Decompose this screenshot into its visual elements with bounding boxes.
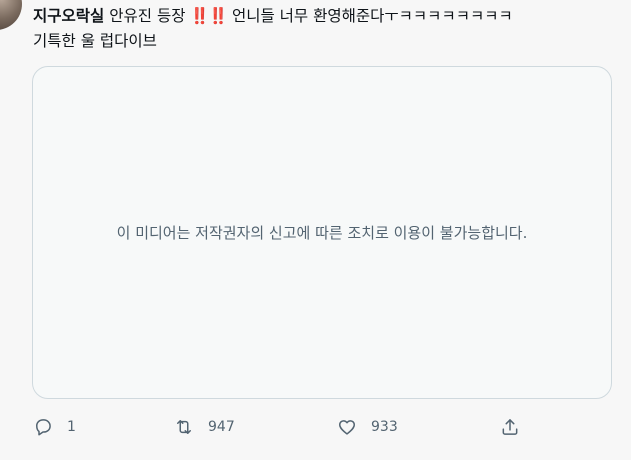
reply-count: 1 bbox=[67, 419, 76, 435]
tweet-text: 지구오락실 안유진 등장 ‼️‼️ 언니들 너무 환영해준다ㅜㅋㅋㅋㅋㅋㅋㅋㅋ … bbox=[33, 4, 623, 54]
tweet-text-line-2: 기특한 울 럽다이브 bbox=[33, 32, 157, 50]
like-count: 933 bbox=[371, 419, 398, 435]
avatar[interactable] bbox=[0, 0, 22, 30]
tweet-action-bar: 1 947 933 bbox=[0, 412, 631, 442]
tweet-text-part-rest: 언니들 너무 환영해준다ㅜㅋㅋㅋㅋㅋㅋㅋㅋ bbox=[227, 7, 513, 25]
tweet-text-part: 안유진 등장 bbox=[104, 7, 186, 25]
share-icon bbox=[502, 419, 518, 435]
double-exclamation-emoji: ‼️‼️ bbox=[190, 7, 228, 25]
retweet-icon bbox=[177, 420, 191, 434]
tweet-text-line-1: 지구오락실 안유진 등장 ‼️‼️ 언니들 너무 환영해준다ㅜㅋㅋㅋㅋㅋㅋㅋㅋ bbox=[33, 4, 623, 29]
media-unavailable-notice: 이 미디어는 저작권자의 신고에 따른 조치로 이용이 불가능합니다. bbox=[116, 224, 528, 242]
retweet-count: 947 bbox=[208, 419, 235, 435]
tweet-container: 지구오락실 안유진 등장 ‼️‼️ 언니들 너무 환영해준다ㅜㅋㅋㅋㅋㅋㅋㅋㅋ … bbox=[0, 0, 631, 460]
author-name[interactable]: 지구오락실 bbox=[33, 7, 104, 25]
media-unavailable-card: 이 미디어는 저작권자의 신고에 따른 조치로 이용이 불가능합니다. bbox=[32, 66, 612, 399]
retweet-button[interactable]: 947 bbox=[174, 412, 235, 442]
heart-icon bbox=[339, 420, 355, 435]
like-button[interactable]: 933 bbox=[337, 412, 398, 442]
reply-button[interactable]: 1 bbox=[33, 412, 76, 442]
share-button[interactable] bbox=[500, 412, 520, 442]
reply-icon bbox=[36, 419, 51, 436]
